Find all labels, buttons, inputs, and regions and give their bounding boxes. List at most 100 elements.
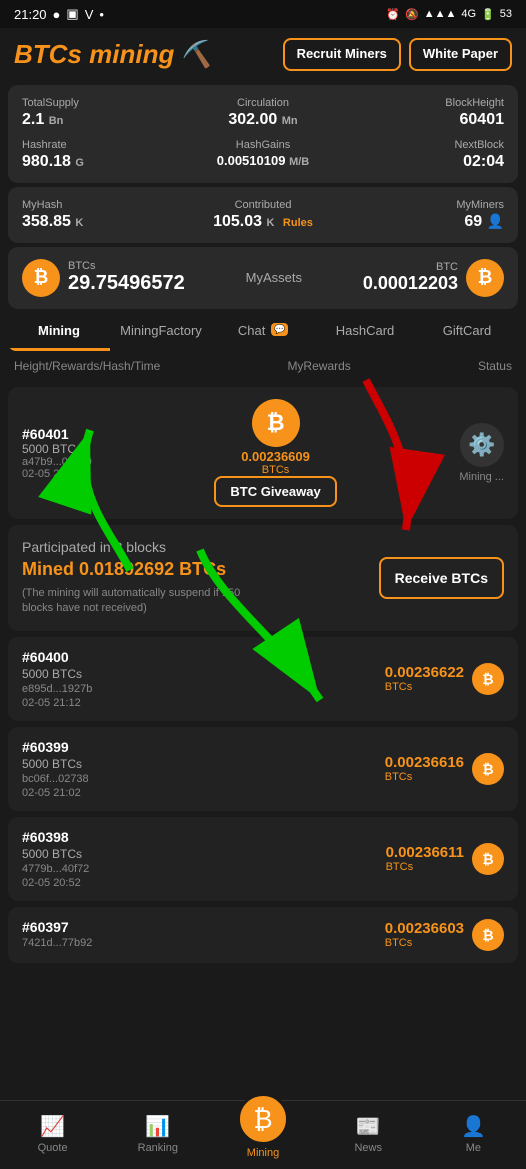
row-amount: 0.00236611 [386, 844, 464, 861]
participated-section: Participated in 8 blocks Mined 0.0189269… [8, 525, 518, 631]
tab-chat[interactable]: Chat 💬 [212, 313, 314, 351]
bell-off-icon: 🔕 [405, 8, 419, 21]
block-height-label: BlockHeight [346, 97, 504, 109]
row-amount-info: 0.00236611 BTCs [386, 844, 464, 873]
signal-icon: ▲▲▲ [424, 8, 457, 20]
row-unit: BTCs [386, 861, 464, 873]
btc-asset: BTC 0.00012203 ₿ [363, 259, 504, 297]
mining-row-time: 02-05 21:22 [22, 468, 92, 480]
mining-row-right: ⚙️ Mining ... [459, 423, 504, 483]
row-left: #60398 5000 BTCs 4779b...40f72 02-05 20:… [22, 829, 89, 889]
ranking-label: Ranking [138, 1142, 178, 1154]
tab-mining-factory[interactable]: MiningFactory [110, 313, 212, 351]
participated-amount: Mined 0.01892692 BTCs [22, 559, 262, 580]
news-label: News [354, 1142, 382, 1154]
mining-row-center: ₿ 0.00236609 BTCs BTC Giveaway [214, 399, 336, 507]
my-hash-stat: MyHash 358.85 K [22, 199, 180, 231]
row-hash: 4779b...40f72 [22, 863, 89, 875]
me-label: Me [466, 1142, 481, 1154]
row-id: #60397 [22, 919, 92, 935]
contributed-stat: Contributed 105.03 K Rules [184, 199, 342, 231]
btc-giveaway-button[interactable]: BTC Giveaway [214, 476, 336, 507]
battery-icon: 🔋 [481, 8, 495, 21]
hashrate-value: 980.18 G [22, 153, 180, 171]
gear-icon: ⚙️ [460, 423, 504, 467]
col2-header: MyRewards [287, 359, 350, 373]
recruit-miners-button[interactable]: Recruit Miners [283, 38, 401, 71]
next-block-value: 02:04 [346, 153, 504, 171]
giveaway-unit: BTCs [262, 464, 290, 476]
header-buttons: Recruit Miners White Paper [283, 38, 512, 71]
next-block-label: NextBlock [346, 139, 504, 151]
table-row: #60397 7421d...77b92 0.00236603 BTCs ₿ [8, 907, 518, 963]
giveaway-coin-icon: ₿ [252, 399, 300, 447]
row-left: #60399 5000 BTCs bc06f...02738 02-05 21:… [22, 739, 89, 799]
my-hash-value: 358.85 K [22, 213, 180, 231]
my-stats-grid: MyHash 358.85 K Contributed 105.03 K Rul… [8, 187, 518, 243]
nav-item-quote[interactable]: 📈 Quote [0, 1114, 105, 1154]
nav-item-ranking[interactable]: 📊 Ranking [105, 1114, 210, 1154]
status-right: ⏰ 🔕 ▲▲▲ 4G 🔋 53 [386, 8, 512, 21]
total-supply-label: TotalSupply [22, 97, 180, 109]
receive-btcs-button[interactable]: Receive BTCs [379, 557, 504, 599]
row-left: #60397 7421d...77b92 [22, 919, 92, 951]
nav-item-news[interactable]: 📰 News [316, 1114, 421, 1154]
row-btc-icon: ₿ [472, 663, 504, 695]
giveaway-amount: 0.00236609 [241, 449, 310, 464]
row-left: #60400 5000 BTCs e895d...1927b 02-05 21:… [22, 649, 92, 709]
row-amount: 0.00236616 [385, 754, 464, 771]
row-unit: BTCs [385, 771, 464, 783]
participated-title: Participated in 8 blocks [22, 539, 262, 555]
row-amount: 0.00236622 [385, 664, 464, 681]
stats-grid-1: TotalSupply 2.1 Bn Circulation 302.00 Mn… [8, 85, 518, 183]
tab-giftcard[interactable]: GiftCard [416, 313, 518, 351]
mining-row-id: #60401 [22, 426, 92, 442]
mining-row-btcs: 5000 BTCs [22, 442, 92, 456]
logo: BTCs mining ⛏️ [14, 39, 213, 70]
circulation-value: 302.00 Mn [184, 111, 342, 129]
me-icon: 👤 [461, 1114, 486, 1139]
mining-section: #60401 5000 BTCs a47b9...0edc0 02-05 21:… [0, 387, 526, 519]
row-time: 02-05 20:52 [22, 877, 89, 889]
row-right: 0.00236603 BTCs ₿ [385, 919, 504, 951]
my-miners-value: 69 👤 [346, 213, 504, 231]
btc-coin-icon: ₿ [466, 259, 504, 297]
btc-label: BTC [363, 261, 458, 273]
btcs-info: BTCs 29.75496572 [68, 260, 185, 295]
whatsapp-icon: ● [53, 7, 61, 22]
my-hash-label: MyHash [22, 199, 180, 211]
row-amount-info: 0.00236622 BTCs [385, 664, 464, 693]
block-height-value: 60401 [346, 111, 504, 129]
mining-status: Mining ... [459, 471, 504, 483]
alarm-icon: ⏰ [386, 8, 400, 21]
hashrate-stat: Hashrate 980.18 G [22, 139, 180, 171]
row-hash: e895d...1927b [22, 683, 92, 695]
col3-header: Status [478, 359, 512, 373]
btcs-label: BTCs [68, 260, 185, 272]
btcs-coin-icon: ₿ [22, 259, 60, 297]
row-id: #60398 [22, 829, 89, 845]
btcs-asset: ₿ BTCs 29.75496572 [22, 259, 185, 297]
nav-item-mining[interactable]: ₿ Mining [210, 1109, 315, 1159]
time-display: 21:20 [14, 7, 47, 22]
btcs-value: 29.75496572 [68, 272, 185, 295]
circulation-stat: Circulation 302.00 Mn [184, 97, 342, 129]
hashrate-label: Hashrate [22, 139, 180, 151]
nav-item-me[interactable]: 👤 Me [421, 1114, 526, 1154]
row-unit: BTCs [385, 937, 464, 949]
row-amount: 0.00236603 [385, 920, 464, 937]
total-supply-stat: TotalSupply 2.1 Bn [22, 97, 180, 129]
row-btcs: 5000 BTCs [22, 847, 89, 861]
rules-link[interactable]: Rules [283, 217, 313, 229]
tab-mining[interactable]: Mining [8, 313, 110, 351]
header: BTCs mining ⛏️ Recruit Miners White Pape… [0, 28, 526, 81]
my-assets-section: ₿ BTCs 29.75496572 MyAssets BTC 0.000122… [8, 247, 518, 309]
row-amount-info: 0.00236603 BTCs [385, 920, 464, 949]
browser-icon: V [85, 7, 94, 22]
row-btc-icon: ₿ [472, 753, 504, 785]
tab-hashcard[interactable]: HashCard [314, 313, 416, 351]
circulation-label: Circulation [184, 97, 342, 109]
table-row: #60398 5000 BTCs 4779b...40f72 02-05 20:… [8, 817, 518, 901]
table-header: Height/Rewards/Hash/Time MyRewards Statu… [0, 351, 526, 381]
white-paper-button[interactable]: White Paper [409, 38, 512, 71]
